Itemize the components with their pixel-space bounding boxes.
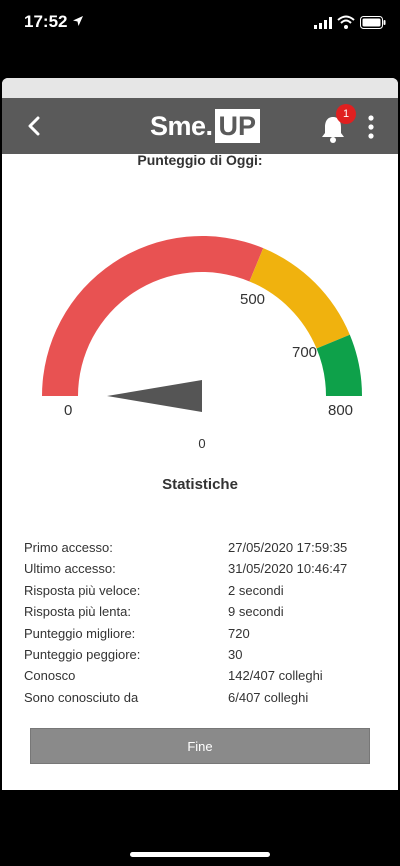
stat-row: Sono conosciuto da 6/407 colleghi xyxy=(24,688,384,709)
notification-badge: 1 xyxy=(336,104,356,124)
done-button[interactable]: Fine xyxy=(30,728,370,764)
stat-value: 720 xyxy=(228,625,250,641)
stat-label: Risposta più veloce: xyxy=(24,582,141,598)
stat-value: 9 secondi xyxy=(228,604,284,620)
stat-row: Punteggio peggiore: 30 xyxy=(24,645,384,666)
stat-label: Ultimo accesso: xyxy=(24,561,116,577)
stat-label: Punteggio migliore: xyxy=(24,625,136,641)
stats-title: Statistiche xyxy=(162,476,238,493)
stat-row: Conosco 142/407 colleghi xyxy=(24,666,384,687)
stat-label: Conosco xyxy=(24,668,76,684)
gauge-label-min: 0 xyxy=(64,402,73,419)
location-arrow-icon xyxy=(73,16,83,26)
gauge-value: 0 xyxy=(198,436,206,451)
stat-row: Risposta più veloce: 2 secondi xyxy=(24,581,384,602)
stat-label: Risposta più lenta: xyxy=(24,604,131,620)
battery-icon xyxy=(360,16,386,29)
score-title: Punteggio di Oggi: xyxy=(137,152,263,168)
stat-value: 142/407 colleghi xyxy=(228,668,323,684)
stat-value: 2 secondi xyxy=(228,582,284,598)
modal-sheet: Sme. UP 1 Punteggio di Oggi: 0 500 700 8… xyxy=(2,78,398,790)
gauge-band-low xyxy=(42,236,264,396)
app-toolbar: Sme. UP 1 xyxy=(2,98,398,154)
stat-row: Ultimo accesso: 31/05/2020 10:46:47 xyxy=(24,559,384,580)
smeup-logo: Sme. UP xyxy=(150,107,261,145)
status-time: 17:52 xyxy=(24,12,68,31)
status-bar: 17:52 xyxy=(0,0,400,48)
gauge-needle xyxy=(107,380,202,412)
logo-box: UP xyxy=(214,109,261,143)
home-indicator xyxy=(130,852,270,857)
gauge-label-max: 800 xyxy=(328,402,354,419)
stat-value: 6/407 colleghi xyxy=(228,689,309,705)
stats-list: Primo accesso: 27/05/2020 17:59:35 Ultimo … xyxy=(24,538,384,709)
more-options-icon[interactable] xyxy=(364,114,378,140)
back-button[interactable] xyxy=(20,114,48,138)
stat-value: 31/05/2020 10:46:47 xyxy=(228,561,348,577)
cellular-signal-icon xyxy=(314,17,332,29)
stat-row: Primo accesso: 27/05/2020 17:59:35 xyxy=(24,538,384,559)
stat-label: Punteggio peggiore: xyxy=(24,646,141,662)
stat-value: 30 xyxy=(228,646,243,662)
stat-value: 27/05/2020 17:59:35 xyxy=(228,540,348,555)
wifi-icon xyxy=(337,15,355,29)
gauge-label-700: 700 xyxy=(292,344,318,361)
stat-row: Risposta più lenta: 9 secondi xyxy=(24,602,384,623)
stat-label: Primo accesso: xyxy=(24,540,113,555)
gauge-label-500: 500 xyxy=(240,291,266,308)
logo-text: Sme. xyxy=(150,110,213,141)
sheet-handle-area xyxy=(2,78,398,98)
stat-label: Sono conosciuto da xyxy=(24,689,139,705)
stat-row: Punteggio migliore: 720 xyxy=(24,624,384,645)
